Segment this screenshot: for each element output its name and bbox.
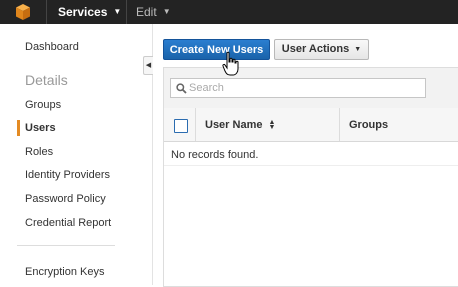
sidebar-item-identity-providers[interactable]: Identity Providers xyxy=(25,169,110,181)
column-header-user-name[interactable]: User Name ▲ ▼ xyxy=(205,119,275,131)
create-new-users-button[interactable]: Create New Users xyxy=(163,39,270,60)
column-header-groups[interactable]: Groups xyxy=(349,119,388,131)
select-all-checkbox[interactable] xyxy=(174,119,188,133)
top-navigation-bar: Services ▼ Edit ▼ xyxy=(0,0,458,24)
sidebar-item-roles[interactable]: Roles xyxy=(25,146,53,158)
sidebar-item-dashboard[interactable]: Dashboard xyxy=(25,41,79,53)
topbar-divider xyxy=(46,0,47,24)
services-menu[interactable]: Services ▼ xyxy=(58,5,121,19)
empty-state-message: No records found. xyxy=(171,149,259,161)
user-actions-label: User Actions xyxy=(281,43,350,55)
user-actions-button[interactable]: User Actions ▼ xyxy=(274,39,369,60)
chevron-down-icon: ▼ xyxy=(162,7,171,16)
search-icon xyxy=(176,83,187,94)
search-input[interactable] xyxy=(189,80,419,96)
row-divider xyxy=(164,165,458,166)
column-header-label: User Name xyxy=(205,119,263,131)
sidebar-item-encryption-keys[interactable]: Encryption Keys xyxy=(25,266,104,278)
column-divider xyxy=(195,108,196,141)
aws-cube-icon[interactable] xyxy=(14,3,32,21)
services-label: Services xyxy=(58,5,108,19)
chevron-down-icon: ▼ xyxy=(113,7,122,16)
chevron-down-icon: ▼ xyxy=(354,46,362,53)
edit-label: Edit xyxy=(136,5,157,19)
collapse-left-icon[interactable]: ◀ xyxy=(143,56,153,75)
sidebar-item-password-policy[interactable]: Password Policy xyxy=(25,193,106,205)
search-box[interactable] xyxy=(170,78,426,98)
sidebar-item-users[interactable]: Users xyxy=(25,122,56,134)
column-divider xyxy=(339,108,340,141)
sidebar-divider xyxy=(17,245,115,246)
sidebar-item-groups[interactable]: Groups xyxy=(25,99,61,111)
edit-menu[interactable]: Edit ▼ xyxy=(136,5,171,19)
active-indicator xyxy=(17,120,20,136)
sidebar-item-credential-report[interactable]: Credential Report xyxy=(25,217,111,229)
sort-icon[interactable]: ▲ ▼ xyxy=(268,119,275,131)
sidebar-section-title: Details xyxy=(25,72,68,88)
topbar-divider xyxy=(126,0,127,24)
